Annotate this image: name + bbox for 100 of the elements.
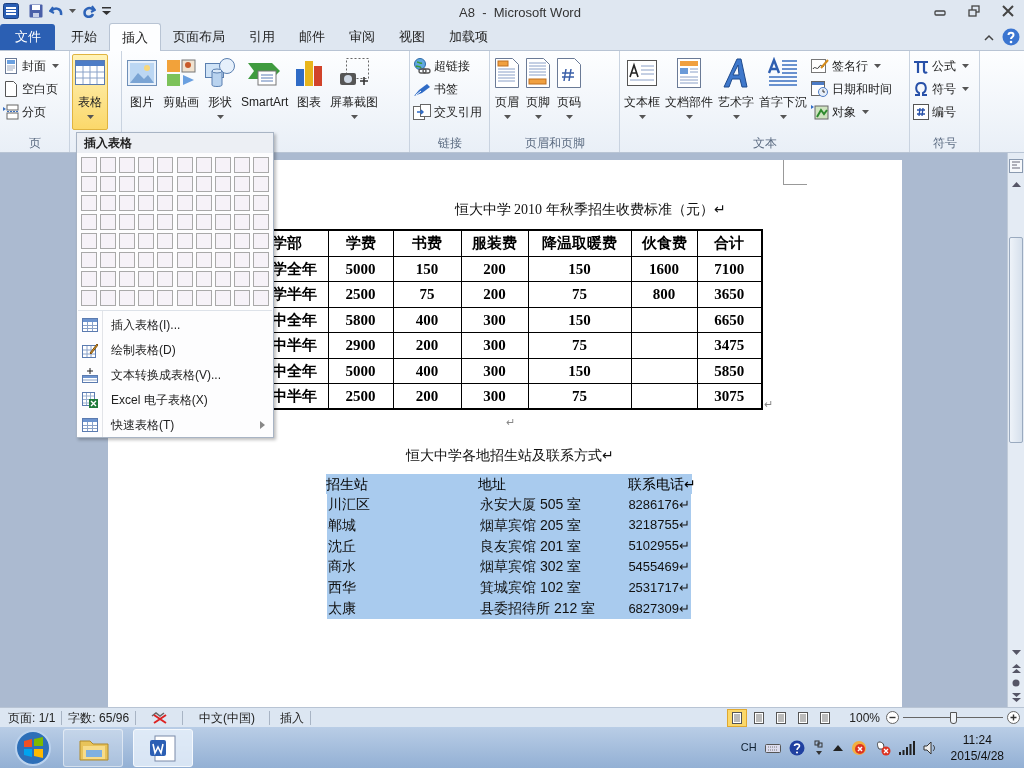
ribbon-tab[interactable]: 开始 [59,23,109,50]
table-grid-cell[interactable] [252,195,269,212]
table-grid-cell[interactable] [214,176,231,193]
ribbon-button[interactable]: 剪贴画 [161,54,201,130]
table-grid-cell[interactable] [195,176,212,193]
ribbon-button[interactable]: 空白页 [2,78,60,99]
select-browse-object-icon[interactable] [1012,679,1020,687]
ribbon-tab[interactable]: 邮件 [287,23,337,50]
zoom-in-icon[interactable] [1007,711,1020,724]
ribbon-button[interactable]: 公式 [912,55,970,76]
table-grid-cell[interactable] [233,214,250,231]
table-grid-cell[interactable] [100,214,117,231]
table-grid-cell[interactable] [195,195,212,212]
table-grid-cell[interactable] [100,176,117,193]
table-grid-cell[interactable] [100,290,117,307]
page-count[interactable]: 页面: 1/1 [8,708,56,727]
table-grid-cell[interactable] [81,176,97,193]
view-button[interactable] [727,708,748,727]
vertical-scrollbar[interactable] [1007,153,1024,707]
table-grid-cell[interactable] [157,252,174,269]
zoom-slider[interactable] [903,711,1003,724]
ribbon-button[interactable]: 图片 [124,54,160,130]
help-icon[interactable] [788,739,805,756]
ime-options-icon[interactable] [812,739,825,756]
table-grid-cell[interactable] [195,214,212,231]
ribbon-button[interactable]: 超链接 [412,55,483,76]
ribbon-button[interactable]: 表格 [72,54,108,130]
ribbon-button[interactable]: 文本框 [622,54,662,130]
ribbon-button[interactable]: 交叉引用 [412,101,483,122]
table-grid-cell[interactable] [100,271,117,288]
ruler-toggle-icon[interactable] [1009,159,1023,173]
table-grid-cell[interactable] [100,195,117,212]
table-grid-cell[interactable] [176,233,193,250]
ribbon-button[interactable]: 编号 [912,101,970,122]
ribbon-tab[interactable]: 加载项 [437,23,500,50]
table-grid-cell[interactable] [195,290,212,307]
table-grid-cell[interactable] [195,271,212,288]
zoom-out-icon[interactable] [886,711,899,724]
table-grid-cell[interactable] [214,233,231,250]
table-grid-cell[interactable] [233,271,250,288]
input-language[interactable]: CH [740,739,757,756]
ribbon-button[interactable]: 对象 [810,101,893,122]
table-grid-cell[interactable] [81,252,97,269]
taskbar-button[interactable] [133,728,193,767]
table-grid-cell[interactable] [176,157,193,174]
table-grid-cell[interactable] [100,252,117,269]
table-grid-cell[interactable] [119,157,136,174]
table-grid-cell[interactable] [100,157,117,174]
ribbon-button[interactable]: 首字下沉 [757,54,809,130]
table-grid-cell[interactable] [157,157,174,174]
ribbon-button[interactable]: SmartArt [239,54,291,130]
table-grid-cell[interactable] [157,214,174,231]
table-grid-cell[interactable] [252,214,269,231]
word-count[interactable]: 字数: 65/96 [68,708,130,727]
table-grid-cell[interactable] [252,252,269,269]
table-grid-cell[interactable] [119,195,136,212]
table-grid-cell[interactable] [252,157,269,174]
menu-item[interactable]: 绘制表格(D) [77,337,273,362]
table-grid-cell[interactable] [138,157,155,174]
ribbon-button[interactable]: 封面 [2,55,60,76]
ribbon-button[interactable]: 页眉 [492,54,522,130]
ribbon-button[interactable]: 签名行 [810,55,893,76]
table-grid-cell[interactable] [138,214,155,231]
table-grid-cell[interactable] [138,290,155,307]
table-grid-cell[interactable] [81,157,97,174]
table-grid-cell[interactable] [138,252,155,269]
ribbon-tab[interactable]: 插入 [109,23,161,51]
table-grid-cell[interactable] [176,271,193,288]
scroll-up-icon[interactable] [1011,181,1021,187]
table-grid-cell[interactable] [195,157,212,174]
next-page-icon[interactable] [1011,693,1021,702]
table-grid-cell[interactable] [233,157,250,174]
ribbon-button[interactable]: 页码 [554,54,584,130]
save-icon[interactable] [29,4,43,18]
table-grid-cell[interactable] [233,252,250,269]
table-grid-cell[interactable] [214,195,231,212]
proofing-icon[interactable] [150,710,169,725]
table-grid-cell[interactable] [138,271,155,288]
ribbon-button[interactable]: 页脚 [523,54,553,130]
table-grid-cell[interactable] [252,233,269,250]
table-grid-cell[interactable] [81,195,97,212]
table-grid-cell[interactable] [176,252,193,269]
restore-icon[interactable] [968,5,980,17]
ribbon-tab[interactable]: 引用 [237,23,287,50]
table-grid-cell[interactable] [138,195,155,212]
table-grid-cell[interactable] [233,233,250,250]
ribbon-button[interactable]: 符号 [912,78,970,99]
ribbon-tab[interactable]: 视图 [387,23,437,50]
help-icon[interactable] [1002,28,1020,46]
undo-icon[interactable] [49,4,63,18]
error-shield-icon[interactable] [850,739,867,756]
network-error-icon[interactable] [874,739,891,756]
table-grid-cell[interactable] [176,290,193,307]
scroll-down-icon[interactable] [1011,650,1021,656]
ribbon-button[interactable]: 文档部件 [663,54,715,130]
table-grid-cell[interactable] [157,233,174,250]
ribbon-tab[interactable]: 审阅 [337,23,387,50]
ribbon-button[interactable]: 形状 [202,54,238,130]
ribbon-button[interactable]: 日期和时间 [810,78,893,99]
table-grid-cell[interactable] [252,271,269,288]
